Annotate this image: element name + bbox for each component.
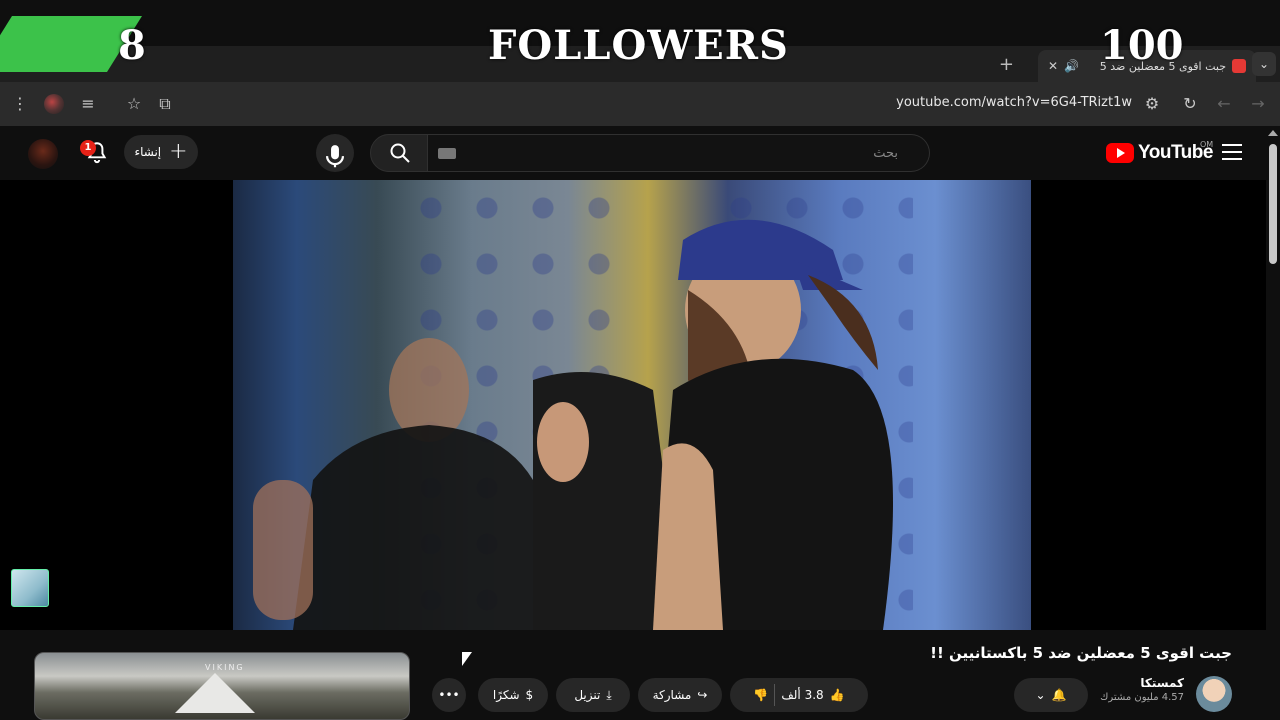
bell-icon: 🔔 xyxy=(1051,688,1067,702)
channel-name[interactable]: كمستكا xyxy=(1100,676,1184,690)
recommended-video-thumbnail[interactable]: VIKING xyxy=(34,652,410,720)
like-separator xyxy=(774,684,776,706)
thumbnail-mountain xyxy=(175,673,255,713)
subscription-bell-button[interactable]: 🔔 ⌄ xyxy=(1014,678,1088,712)
scroll-up-arrow-icon[interactable] xyxy=(1268,130,1278,136)
notification-count-badge: 1 xyxy=(80,140,96,156)
tab-search-menu-icon[interactable]: ⌄ xyxy=(1252,52,1276,76)
youtube-favicon-icon xyxy=(1232,59,1246,73)
channel-avatar[interactable] xyxy=(1196,676,1232,712)
back-arrow-icon[interactable]: ← xyxy=(1214,93,1234,115)
subscriber-count: 4.57 مليون مشترك xyxy=(1100,692,1184,703)
thanks-label: شكرًا xyxy=(492,688,520,702)
profile-avatar[interactable] xyxy=(44,94,64,114)
thanks-button[interactable]: $ شكرًا xyxy=(478,678,548,712)
like-icon[interactable]: 👍 xyxy=(830,688,845,702)
address-bar[interactable]: youtube.com/watch?v=6G4-TRizt1w xyxy=(896,95,1132,110)
media-control-icon[interactable]: ≡ xyxy=(78,93,98,115)
search-box xyxy=(428,134,930,172)
create-label: إنشاء xyxy=(134,145,162,159)
search-icon xyxy=(390,143,410,163)
search-button[interactable] xyxy=(370,134,428,172)
video-title: جبت اقوى 5 معضلين ضد 5 باكستانيين !! xyxy=(930,644,1232,662)
new-tab-icon[interactable]: + xyxy=(999,54,1014,75)
keyboard-icon[interactable] xyxy=(438,148,456,159)
tab-audio-icon[interactable]: 🔊 xyxy=(1064,59,1079,73)
like-dislike-bar: 👍 3.8 ألف 👎 xyxy=(730,678,868,712)
like-count[interactable]: 3.8 ألف xyxy=(781,688,823,702)
overlay-right-number: 100 xyxy=(1100,22,1184,69)
share-icon: ↪ xyxy=(697,688,708,702)
microphone-icon xyxy=(325,145,345,168)
video-info-row: جبت اقوى 5 معضلين ضد 5 باكستانيين !! VIK… xyxy=(0,630,1266,720)
stream-overlay: 8 FOLLOWERS 100 xyxy=(0,0,1280,72)
plus-icon: + xyxy=(169,139,188,164)
hamburger-menu-icon[interactable] xyxy=(1222,144,1242,160)
video-player[interactable] xyxy=(233,180,1031,630)
voice-search-button[interactable] xyxy=(316,134,354,172)
search-input[interactable] xyxy=(468,135,908,171)
share-button[interactable]: ↪ مشاركة xyxy=(638,678,722,712)
download-label: تنزيل xyxy=(574,688,601,702)
super-thanks-icon: $ xyxy=(525,688,534,702)
overlay-followers-text: FOLLOWERS xyxy=(488,22,789,69)
scrollbar-thumb[interactable] xyxy=(1269,144,1277,264)
install-app-icon[interactable]: ⧉ xyxy=(154,93,176,115)
tab-close-icon[interactable]: ✕ xyxy=(1048,59,1058,73)
bookmark-star-icon[interactable]: ☆ xyxy=(124,93,144,115)
download-icon: ⤓ xyxy=(606,687,612,702)
download-button[interactable]: ⤓ تنزيل xyxy=(556,678,630,712)
create-button[interactable]: + إنشاء xyxy=(124,135,198,169)
reload-icon[interactable]: ↻ xyxy=(1180,93,1200,115)
region-code: OM xyxy=(1200,140,1214,149)
page-scrollbar[interactable] xyxy=(1266,126,1280,720)
share-label: مشاركة xyxy=(652,688,692,702)
kebab-menu-icon[interactable]: ⋮ xyxy=(12,93,28,115)
thumbnail-label: VIKING xyxy=(205,663,245,672)
overlay-left-number: 8 xyxy=(118,22,146,69)
forward-arrow-icon[interactable]: → xyxy=(1248,93,1268,115)
youtube-logo[interactable]: YouTube xyxy=(1106,142,1213,164)
channel-watermark-icon[interactable] xyxy=(11,569,49,607)
browser-toolbar: ⋮ ≡ ☆ ⧉ youtube.com/watch?v=6G4-TRizt1w … xyxy=(0,82,1280,126)
more-actions-button[interactable]: ••• xyxy=(432,678,466,712)
youtube-play-logo-icon xyxy=(1106,143,1134,163)
mouse-cursor-icon xyxy=(462,652,472,666)
youtube-header: 1 + إنشاء YouTube OM xyxy=(0,126,1266,180)
more-dots-icon: ••• xyxy=(438,688,460,702)
dislike-icon[interactable]: 👎 xyxy=(753,688,768,702)
chevron-down-icon: ⌄ xyxy=(1035,688,1046,702)
video-frame xyxy=(253,219,893,630)
account-avatar[interactable] xyxy=(28,139,58,169)
channel-info[interactable]: كمستكا 4.57 مليون مشترك xyxy=(1100,676,1184,703)
site-settings-icon[interactable]: ⚙ xyxy=(1142,93,1162,115)
